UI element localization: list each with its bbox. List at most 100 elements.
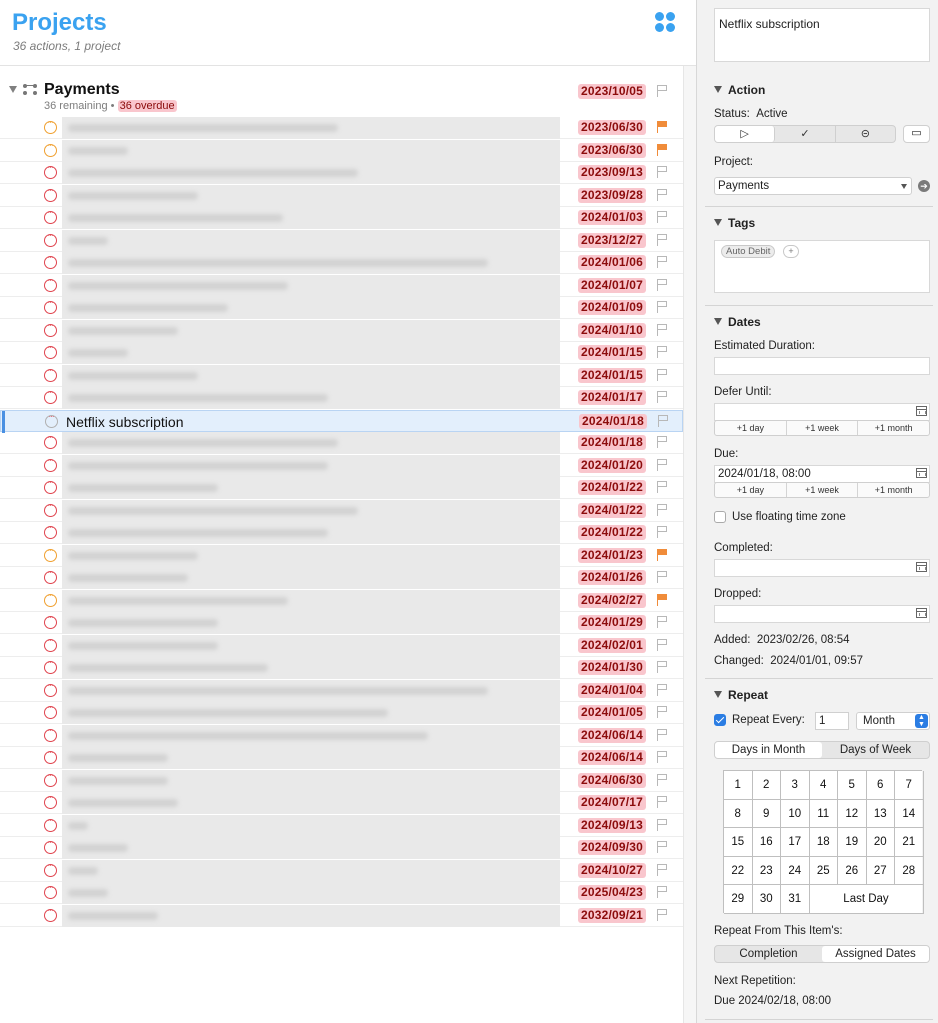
- action-row[interactable]: 2024/01/30: [0, 657, 683, 679]
- project-title[interactable]: Payments: [44, 81, 120, 99]
- action-title-redacted[interactable]: [62, 769, 560, 792]
- status-circle-icon[interactable]: [44, 388, 57, 404]
- due-date-badge[interactable]: 2024/02/01: [578, 637, 647, 653]
- due-date-badge[interactable]: 2024/01/10: [578, 322, 647, 338]
- action-title-redacted[interactable]: [62, 274, 560, 297]
- status-circle-icon[interactable]: [44, 208, 57, 224]
- action-title-redacted[interactable]: [62, 499, 560, 522]
- repeat-interval-field[interactable]: 1: [815, 712, 849, 730]
- flag-icon[interactable]: [656, 683, 668, 696]
- action-title-redacted[interactable]: [62, 702, 560, 724]
- action-row[interactable]: 2024/01/06: [0, 252, 683, 274]
- day-cell[interactable]: 15: [724, 828, 753, 857]
- flag-icon[interactable]: [656, 278, 668, 291]
- flag-icon[interactable]: [656, 661, 668, 673]
- due-date-badge[interactable]: 2023/06/30: [578, 120, 647, 135]
- action-row-selected[interactable]: Netflix subscription 2024/01/18: [0, 409, 683, 433]
- due-date-badge[interactable]: 2024/01/20: [578, 457, 647, 473]
- action-title-redacted[interactable]: [62, 162, 560, 184]
- status-circle-icon[interactable]: [44, 703, 57, 719]
- flag-icon[interactable]: [656, 121, 668, 133]
- action-row[interactable]: 2024/06/14: [0, 724, 683, 747]
- section-action-header[interactable]: Action: [714, 83, 765, 97]
- action-row[interactable]: 2024/06/30: [0, 769, 683, 792]
- status-circle-icon[interactable]: [44, 658, 57, 674]
- action-row[interactable]: 2024/07/17: [0, 792, 683, 814]
- action-title-redacted[interactable]: [62, 342, 560, 364]
- due-date-badge[interactable]: 2024/01/18: [579, 413, 648, 429]
- action-title-redacted[interactable]: [62, 297, 560, 319]
- status-circle-icon[interactable]: [44, 276, 57, 292]
- action-row[interactable]: 2024/01/17: [0, 387, 683, 409]
- flag-icon[interactable]: [656, 458, 668, 471]
- status-circle-icon[interactable]: [44, 253, 57, 269]
- status-circle-icon[interactable]: [44, 321, 57, 337]
- due-date-badge[interactable]: 2024/09/30: [578, 840, 647, 855]
- repeat-from-assigned-dates-button[interactable]: Assigned Dates: [822, 946, 929, 962]
- action-title-redacted[interactable]: [62, 634, 560, 657]
- status-circle-icon[interactable]: [44, 748, 57, 764]
- action-title-redacted[interactable]: [62, 207, 560, 229]
- action-title-redacted[interactable]: [62, 432, 560, 454]
- day-cell[interactable]: 20: [866, 828, 895, 857]
- due-date-badge[interactable]: 2024/01/17: [578, 390, 647, 405]
- day-cell[interactable]: 2: [752, 771, 781, 800]
- action-row[interactable]: 2024/01/15: [0, 342, 683, 364]
- repeat-unit-popup[interactable]: Month ▲ ▼: [856, 712, 930, 730]
- due-date-badge[interactable]: 2023/06/30: [578, 142, 647, 158]
- due-date-badge[interactable]: 2032/09/21: [578, 907, 647, 923]
- status-circle-icon[interactable]: [44, 501, 57, 517]
- day-cell[interactable]: 24: [781, 856, 810, 885]
- day-cell[interactable]: 12: [838, 799, 867, 828]
- day-cell[interactable]: 28: [895, 856, 924, 885]
- action-row[interactable]: 2024/02/01: [0, 634, 683, 657]
- flag-icon[interactable]: [656, 638, 668, 651]
- action-row[interactable]: 2024/01/23: [0, 544, 683, 567]
- flag-icon[interactable]: [656, 256, 668, 268]
- estimated-duration-field[interactable]: [714, 357, 930, 375]
- day-cell[interactable]: 13: [866, 799, 895, 828]
- action-row[interactable]: 2024/01/07: [0, 274, 683, 297]
- status-circle-icon[interactable]: [44, 523, 57, 539]
- day-cell[interactable]: 7: [895, 771, 924, 800]
- action-row[interactable]: 2024/01/22: [0, 522, 683, 544]
- section-dates-header[interactable]: Dates: [714, 315, 761, 329]
- action-row[interactable]: 2023/06/30: [0, 117, 683, 139]
- flag-icon[interactable]: [656, 728, 668, 741]
- action-row[interactable]: 2024/01/26: [0, 567, 683, 589]
- status-circle-icon[interactable]: [44, 163, 57, 179]
- flag-icon[interactable]: [656, 841, 668, 853]
- days-in-month-button[interactable]: Days in Month: [715, 742, 822, 758]
- disclosure-triangle-icon[interactable]: [9, 86, 17, 93]
- tag-chip[interactable]: Auto Debit: [721, 245, 776, 258]
- defer-plus-week-button[interactable]: +1 week: [787, 421, 859, 435]
- action-row[interactable]: 2023/12/27: [0, 229, 683, 252]
- status-circle-icon[interactable]: [44, 816, 57, 832]
- day-cell[interactable]: 26: [838, 856, 867, 885]
- flag-icon[interactable]: [656, 593, 668, 606]
- action-row[interactable]: 2023/09/13: [0, 162, 683, 184]
- status-circle-icon[interactable]: [44, 636, 57, 652]
- due-date-badge[interactable]: 2024/09/13: [578, 817, 647, 833]
- action-row[interactable]: 2024/01/18: [0, 432, 683, 454]
- action-title-redacted[interactable]: [62, 589, 560, 612]
- action-title-redacted[interactable]: [62, 319, 560, 342]
- completed-field[interactable]: [714, 559, 930, 577]
- action-title-redacted[interactable]: [62, 544, 560, 567]
- status-circle-icon[interactable]: [44, 456, 57, 472]
- add-tag-icon[interactable]: +: [783, 245, 799, 258]
- due-date-badge[interactable]: 2024/01/29: [578, 615, 647, 630]
- project-popup[interactable]: Payments: [714, 177, 912, 195]
- calendar-icon[interactable]: [916, 608, 927, 618]
- status-circle-icon[interactable]: [44, 343, 57, 359]
- due-date-badge[interactable]: 2024/01/22: [578, 502, 647, 518]
- due-date-badge[interactable]: 2024/06/14: [578, 750, 647, 765]
- item-title-field[interactable]: Netflix subscription: [714, 8, 930, 62]
- dropped-field[interactable]: [714, 605, 930, 623]
- flag-icon[interactable]: [656, 211, 668, 223]
- status-circle-icon[interactable]: [44, 838, 57, 854]
- status-circle-icon[interactable]: [44, 568, 57, 584]
- convert-to-project-folder-icon[interactable]: ▭: [903, 125, 930, 143]
- flag-icon[interactable]: [656, 301, 668, 313]
- flag-icon[interactable]: [656, 188, 668, 201]
